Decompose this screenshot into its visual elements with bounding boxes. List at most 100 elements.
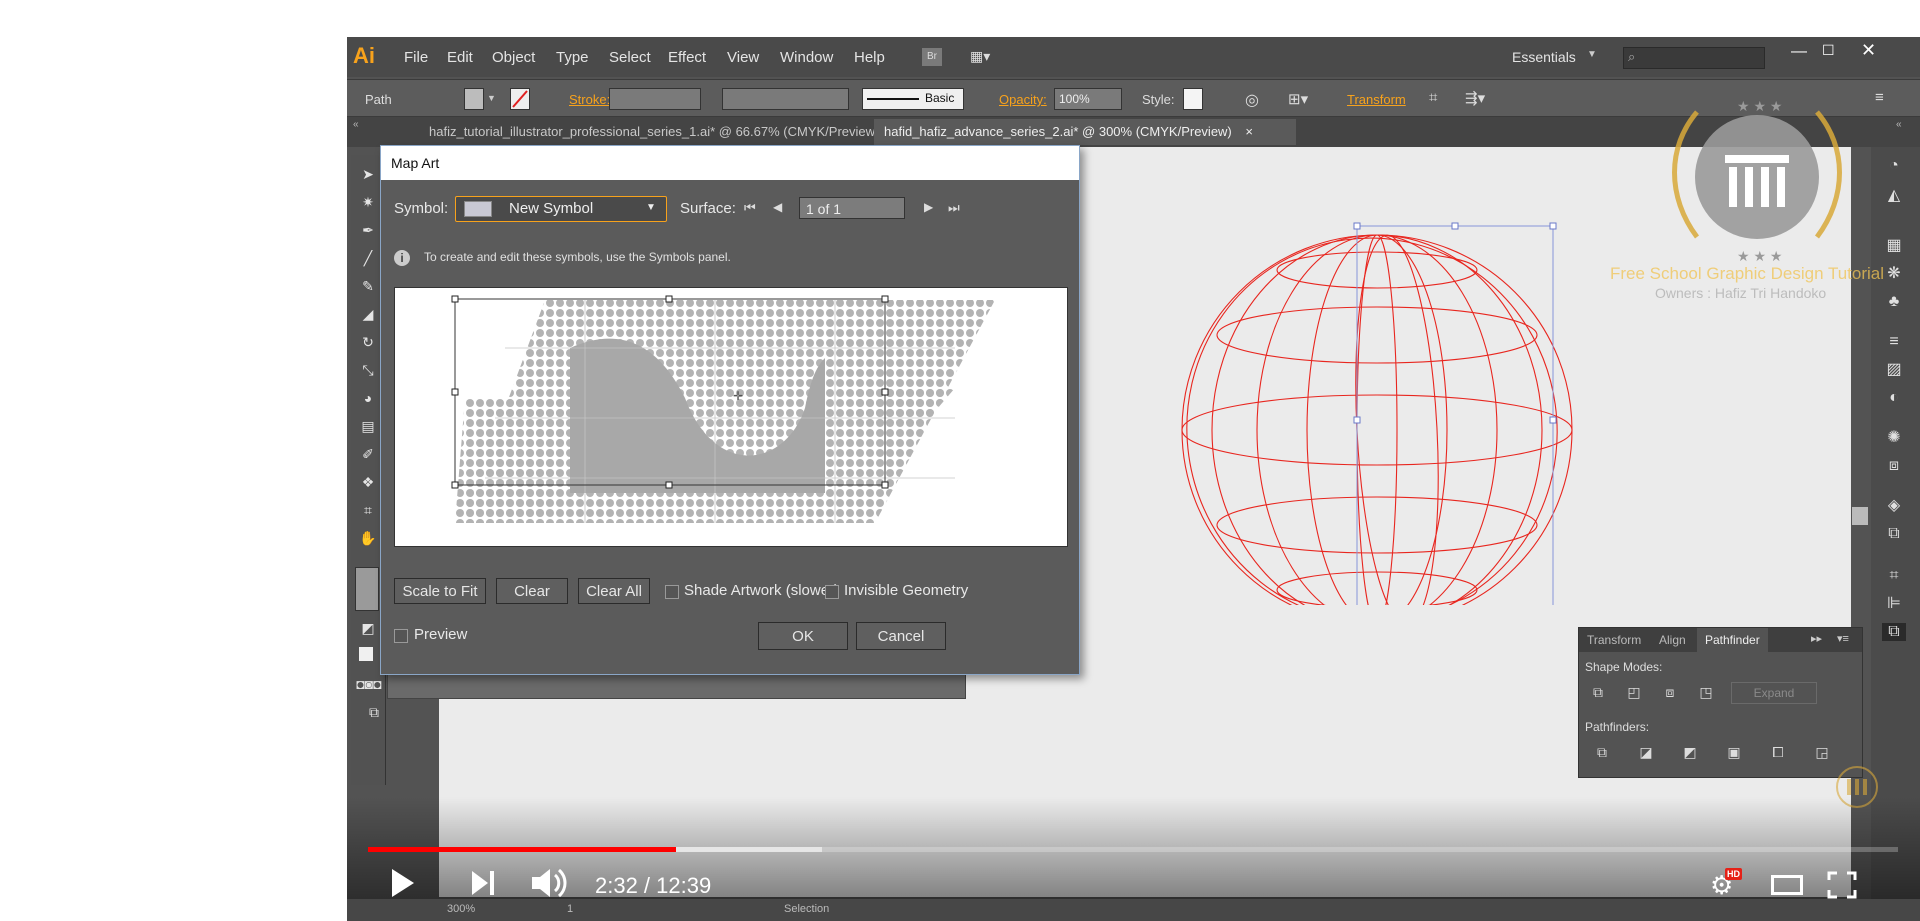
eyedropper-icon[interactable]: ✐ (359, 445, 377, 463)
graphic-styles-icon[interactable]: ⧈ (1882, 457, 1906, 475)
line-tool-icon[interactable]: ╱ (359, 249, 377, 267)
panel-menu-icon[interactable]: ▾≡ (1837, 632, 1849, 645)
graph-tool-icon[interactable]: ▤ (359, 417, 377, 435)
artboards-icon[interactable]: ⧉ (1882, 525, 1906, 543)
pathfinder-panel-icon[interactable]: ⧉ (1882, 623, 1906, 641)
transform-panel-icon[interactable]: ⌗ (1882, 567, 1906, 585)
artboard-tool-icon[interactable]: ⌗ (359, 501, 377, 519)
symbols-icon[interactable]: ♣ (1882, 293, 1906, 311)
crop-icon[interactable]: ▣ (1723, 742, 1745, 762)
brushes-icon[interactable]: ❋ (1882, 265, 1906, 283)
tab-document-1[interactable]: hafiz_tutorial_illustrator_professional_… (419, 119, 884, 165)
symbol-sprayer-icon[interactable]: ❖ (359, 473, 377, 491)
isolate-icon[interactable]: ⌗ (1429, 89, 1437, 106)
unite-icon[interactable]: ⧉ (1587, 682, 1609, 702)
scale-tool-icon[interactable]: ⤡ (359, 361, 377, 379)
tab-pathfinder[interactable]: Pathfinder (1697, 628, 1768, 652)
gradient-panel-icon[interactable]: ▨ (1882, 361, 1906, 379)
surface-field[interactable]: 1 of 1 (799, 197, 905, 219)
tab-document-2[interactable]: hafid_hafiz_advance_series_2.ai* @ 300% … (874, 119, 1296, 145)
minimize-icon[interactable]: — (1791, 43, 1807, 61)
trim-icon[interactable]: ◪ (1635, 742, 1657, 762)
hand-tool-icon[interactable]: ✋ (359, 529, 377, 547)
menu-effect[interactable]: Effect (668, 49, 706, 66)
menu-edit[interactable]: Edit (447, 49, 473, 66)
align-grid-icon[interactable]: ⊞▾ (1288, 90, 1308, 108)
outline-icon[interactable]: ⧠ (1767, 742, 1789, 762)
chevron-down-icon[interactable]: ▼ (1587, 49, 1597, 60)
canvas-scrollbar-thumb[interactable] (1852, 507, 1868, 525)
style-swatch[interactable] (1183, 88, 1203, 110)
close-icon[interactable]: ✕ (1861, 40, 1876, 61)
last-surface-icon[interactable]: ⏭ (948, 200, 960, 216)
transform-link[interactable]: Transform (1347, 92, 1406, 107)
map-art-preview[interactable]: ✛ (394, 287, 1068, 547)
symbol-select[interactable]: New Symbol ▼ (455, 196, 667, 222)
tab-transform[interactable]: Transform (1587, 633, 1641, 647)
previous-surface-icon[interactable]: ◀ (773, 200, 782, 214)
intersect-icon[interactable]: ⧈ (1659, 682, 1681, 702)
theater-mode-icon[interactable] (1771, 875, 1803, 895)
menu-view[interactable]: View (727, 49, 759, 66)
menu-object[interactable]: Object (492, 49, 535, 66)
recolor-icon[interactable]: ◎ (1245, 90, 1259, 110)
swatches-icon[interactable]: ▦ (1882, 237, 1906, 255)
stroke-panel-icon[interactable]: ≡ (1882, 333, 1906, 351)
next-surface-icon[interactable]: ▶ (924, 200, 933, 214)
play-icon[interactable] (392, 869, 414, 897)
collapse-icon[interactable]: « (1896, 119, 1902, 130)
chevron-down-icon[interactable]: ▼ (487, 93, 496, 103)
settings-button[interactable]: ⚙ HD (1710, 868, 1742, 900)
panel-menu-icon[interactable]: ≡ (1875, 89, 1884, 106)
minus-front-icon[interactable]: ◰ (1623, 682, 1645, 702)
opacity-field[interactable]: 100% (1054, 88, 1122, 110)
next-video-icon[interactable] (472, 871, 496, 895)
collapse-icon[interactable]: « (353, 119, 359, 130)
rotate-tool-icon[interactable]: ↻ (359, 333, 377, 351)
menu-select[interactable]: Select (609, 49, 651, 66)
appearance-icon[interactable]: ✺ (1882, 429, 1906, 447)
exclude-icon[interactable]: ◳ (1695, 682, 1717, 702)
fullscreen-icon[interactable] (1827, 871, 1857, 899)
stroke-weight-field[interactable] (609, 88, 701, 110)
selection-tool-icon[interactable]: ➤ (359, 165, 377, 183)
eraser-tool-icon[interactable]: ◢ (359, 305, 377, 323)
fill-swatch[interactable] (464, 88, 484, 110)
pen-tool-icon[interactable]: ✒ (359, 221, 377, 239)
close-tab-icon[interactable]: × (1245, 124, 1253, 139)
drawing-modes-icon[interactable]: ◘◙◘ (355, 675, 383, 693)
magic-wand-icon[interactable]: ✷ (359, 193, 377, 211)
shape-builder-icon[interactable]: ◕ (359, 389, 377, 407)
search-input[interactable]: ⌕ (1623, 47, 1765, 69)
divide-icon[interactable]: ⧉ (1591, 742, 1613, 762)
zoom-level[interactable]: 300% (447, 903, 475, 915)
gradient-icon[interactable]: ◭ (1882, 187, 1906, 205)
layers-icon[interactable]: ◈ (1882, 497, 1906, 515)
shade-artwork-checkbox[interactable] (665, 585, 679, 599)
invisible-geometry-checkbox[interactable] (825, 585, 839, 599)
color-guide-icon[interactable]: ◔ (1882, 157, 1906, 175)
color-mode-icon[interactable] (359, 647, 373, 661)
merge-icon[interactable]: ◩ (1679, 742, 1701, 762)
volume-icon[interactable] (532, 867, 568, 899)
tab-align[interactable]: Align (1659, 633, 1686, 647)
expand-panel-icon[interactable]: ▸▸ (1811, 632, 1822, 645)
stroke-swatch[interactable] (510, 88, 530, 110)
envelope-icon[interactable]: ⇶▾ (1465, 89, 1485, 107)
globe-wireframe[interactable] (1167, 185, 1587, 605)
variable-width-field[interactable] (722, 88, 849, 110)
menu-file[interactable]: File (404, 49, 428, 66)
bridge-button[interactable]: Br (922, 48, 942, 66)
brush-tool-icon[interactable]: ✎ (359, 277, 377, 295)
cancel-button[interactable]: Cancel (856, 622, 946, 650)
align-panel-icon[interactable]: ⊫ (1882, 595, 1906, 613)
menu-window[interactable]: Window (780, 49, 833, 66)
arrange-documents-icon[interactable]: ▦▾ (970, 48, 1000, 66)
video-player[interactable]: Ai File Edit Object Type Select Effect V… (347, 37, 1920, 921)
symbol-map-preview[interactable]: ✛ (395, 288, 1067, 546)
transparency-icon[interactable]: ◐ (1882, 389, 1906, 407)
screen-mode-icon[interactable]: ⧉ (365, 703, 383, 721)
scale-to-fit-button[interactable]: Scale to Fit (394, 578, 486, 604)
brush-definition[interactable]: Basic (862, 88, 964, 110)
fill-stroke-indicator[interactable] (355, 567, 379, 611)
